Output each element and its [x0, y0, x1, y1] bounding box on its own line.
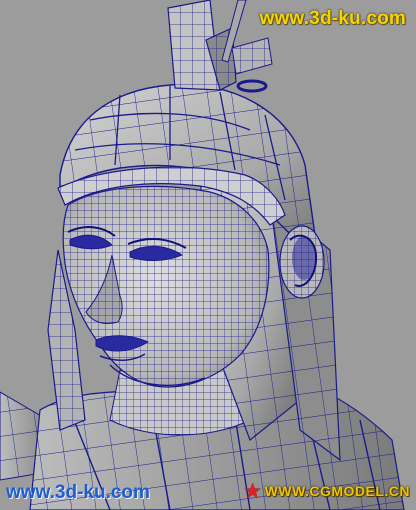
watermark-cgmodel: ★ WWW.CGMODEL.CN	[244, 482, 410, 500]
wireframe-head-model	[0, 0, 416, 510]
star-icon: ★	[244, 481, 261, 501]
watermark-bottom-left: www.3d-ku.com	[6, 482, 150, 503]
watermark-top: www.3d-ku.com	[259, 8, 406, 29]
viewport-3d[interactable]: www.3d-ku.com www.3d-ku.com ★ WWW.CGMODE…	[0, 0, 416, 510]
watermark-cgmodel-text: WWW.CGMODEL.CN	[264, 483, 410, 499]
